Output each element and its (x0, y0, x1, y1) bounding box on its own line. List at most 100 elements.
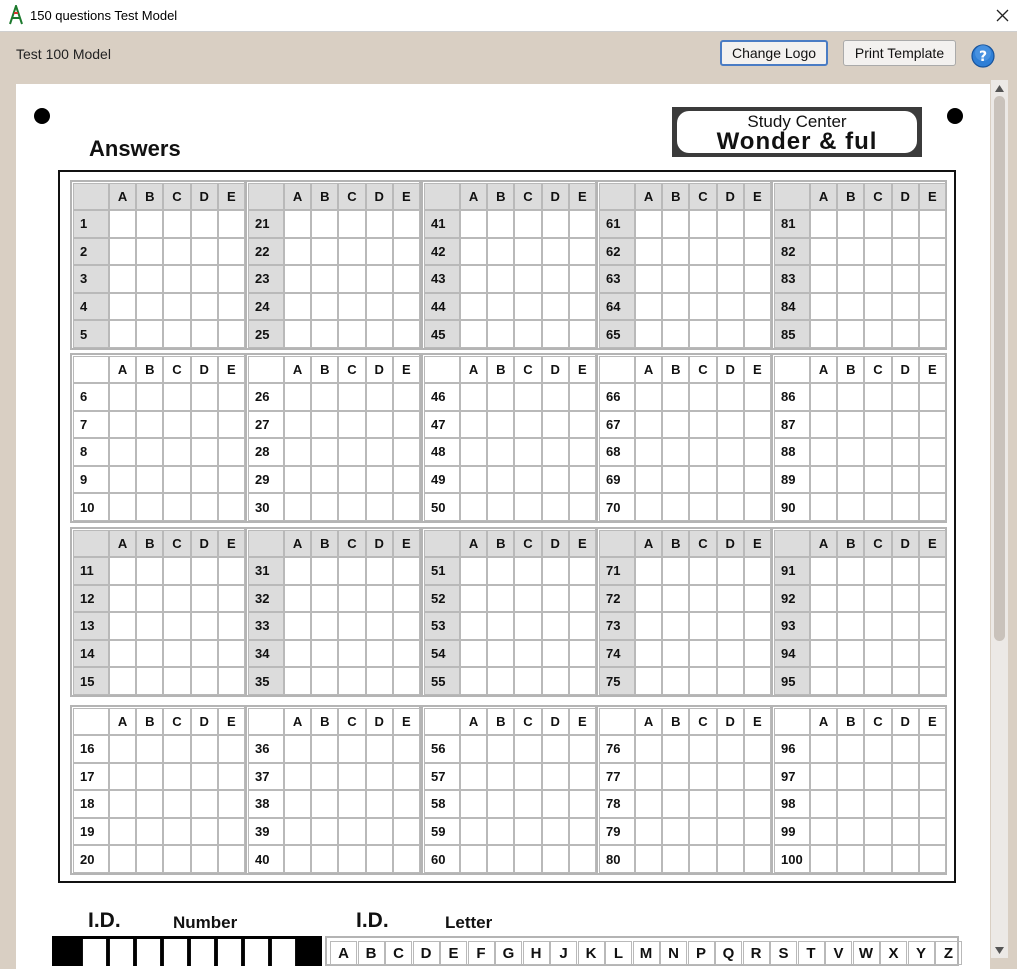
answer-bubble[interactable] (864, 292, 892, 321)
answer-bubble[interactable] (568, 438, 596, 466)
answer-bubble[interactable] (837, 320, 865, 348)
answer-bubble[interactable] (891, 639, 919, 668)
answer-bubble[interactable] (460, 790, 488, 818)
answer-bubble[interactable] (716, 292, 744, 321)
answer-bubble[interactable] (662, 735, 690, 763)
id-number-box[interactable] (244, 939, 269, 966)
answer-bubble[interactable] (568, 557, 596, 585)
answer-bubble[interactable] (635, 817, 663, 846)
answer-bubble[interactable] (392, 320, 420, 348)
answer-bubble[interactable] (662, 265, 690, 293)
answer-bubble[interactable] (311, 584, 339, 613)
answer-bubble[interactable] (109, 639, 137, 668)
answer-bubble[interactable] (365, 292, 393, 321)
answer-bubble[interactable] (514, 265, 542, 293)
answer-bubble[interactable] (541, 557, 569, 585)
answer-bubble[interactable] (338, 817, 366, 846)
answer-bubble[interactable] (743, 383, 771, 411)
answer-bubble[interactable] (662, 845, 690, 873)
answer-bubble[interactable] (338, 612, 366, 640)
answer-bubble[interactable] (541, 667, 569, 695)
answer-bubble[interactable] (689, 639, 717, 668)
answer-bubble[interactable] (837, 639, 865, 668)
answer-bubble[interactable] (311, 557, 339, 585)
id-letter-cell[interactable]: C (385, 941, 412, 965)
answer-bubble[interactable] (743, 438, 771, 466)
answer-bubble[interactable] (284, 762, 312, 791)
answer-bubble[interactable] (891, 265, 919, 293)
answer-bubble[interactable] (689, 845, 717, 873)
answer-bubble[interactable] (109, 237, 137, 266)
answer-bubble[interactable] (284, 639, 312, 668)
id-letter-cell[interactable]: B (357, 941, 385, 965)
answer-bubble[interactable] (541, 210, 569, 238)
answer-bubble[interactable] (716, 735, 744, 763)
answer-bubble[interactable] (891, 762, 919, 791)
answer-bubble[interactable] (743, 790, 771, 818)
answer-bubble[interactable] (635, 639, 663, 668)
answer-bubble[interactable] (365, 465, 393, 494)
answer-bubble[interactable] (689, 383, 717, 411)
answer-bubble[interactable] (837, 493, 865, 521)
answer-bubble[interactable] (163, 465, 191, 494)
answer-bubble[interactable] (568, 817, 596, 846)
answer-bubble[interactable] (338, 735, 366, 763)
answer-bubble[interactable] (338, 557, 366, 585)
answer-bubble[interactable] (918, 735, 946, 763)
answer-bubble[interactable] (689, 790, 717, 818)
answer-bubble[interactable] (689, 557, 717, 585)
answer-bubble[interactable] (662, 790, 690, 818)
answer-bubble[interactable] (541, 762, 569, 791)
answer-bubble[interactable] (743, 210, 771, 238)
answer-bubble[interactable] (392, 790, 420, 818)
answer-bubble[interactable] (487, 735, 515, 763)
answer-bubble[interactable] (392, 667, 420, 695)
answer-bubble[interactable] (716, 845, 744, 873)
answer-bubble[interactable] (864, 667, 892, 695)
answer-bubble[interactable] (541, 584, 569, 613)
answer-bubble[interactable] (365, 493, 393, 521)
answer-bubble[interactable] (891, 667, 919, 695)
id-letter-cell[interactable]: A (330, 941, 357, 965)
answer-bubble[interactable] (392, 493, 420, 521)
answer-bubble[interactable] (837, 438, 865, 466)
answer-bubble[interactable] (716, 584, 744, 613)
answer-bubble[interactable] (136, 320, 164, 348)
answer-bubble[interactable] (541, 493, 569, 521)
answer-bubble[interactable] (109, 320, 137, 348)
answer-bubble[interactable] (891, 410, 919, 439)
answer-bubble[interactable] (689, 320, 717, 348)
answer-bubble[interactable] (190, 210, 218, 238)
answer-bubble[interactable] (864, 817, 892, 846)
answer-bubble[interactable] (365, 210, 393, 238)
answer-bubble[interactable] (163, 639, 191, 668)
answer-bubble[interactable] (568, 237, 596, 266)
answer-bubble[interactable] (460, 410, 488, 439)
answer-bubble[interactable] (689, 612, 717, 640)
answer-bubble[interactable] (365, 667, 393, 695)
answer-bubble[interactable] (338, 210, 366, 238)
answer-bubble[interactable] (136, 735, 164, 763)
answer-bubble[interactable] (284, 383, 312, 411)
answer-bubble[interactable] (716, 210, 744, 238)
answer-bubble[interactable] (514, 383, 542, 411)
answer-bubble[interactable] (392, 735, 420, 763)
answer-bubble[interactable] (190, 410, 218, 439)
answer-bubble[interactable] (338, 584, 366, 613)
answer-bubble[interactable] (514, 584, 542, 613)
answer-bubble[interactable] (217, 557, 245, 585)
answer-bubble[interactable] (514, 790, 542, 818)
id-letter-cell[interactable]: H (522, 941, 550, 965)
answer-bubble[interactable] (392, 383, 420, 411)
answer-bubble[interactable] (217, 237, 245, 266)
answer-bubble[interactable] (514, 438, 542, 466)
answer-bubble[interactable] (918, 410, 946, 439)
answer-bubble[interactable] (716, 667, 744, 695)
answer-bubble[interactable] (487, 383, 515, 411)
answer-bubble[interactable] (136, 845, 164, 873)
answer-bubble[interactable] (163, 845, 191, 873)
answer-bubble[interactable] (190, 639, 218, 668)
answer-bubble[interactable] (109, 493, 137, 521)
answer-bubble[interactable] (487, 817, 515, 846)
answer-bubble[interactable] (864, 762, 892, 791)
